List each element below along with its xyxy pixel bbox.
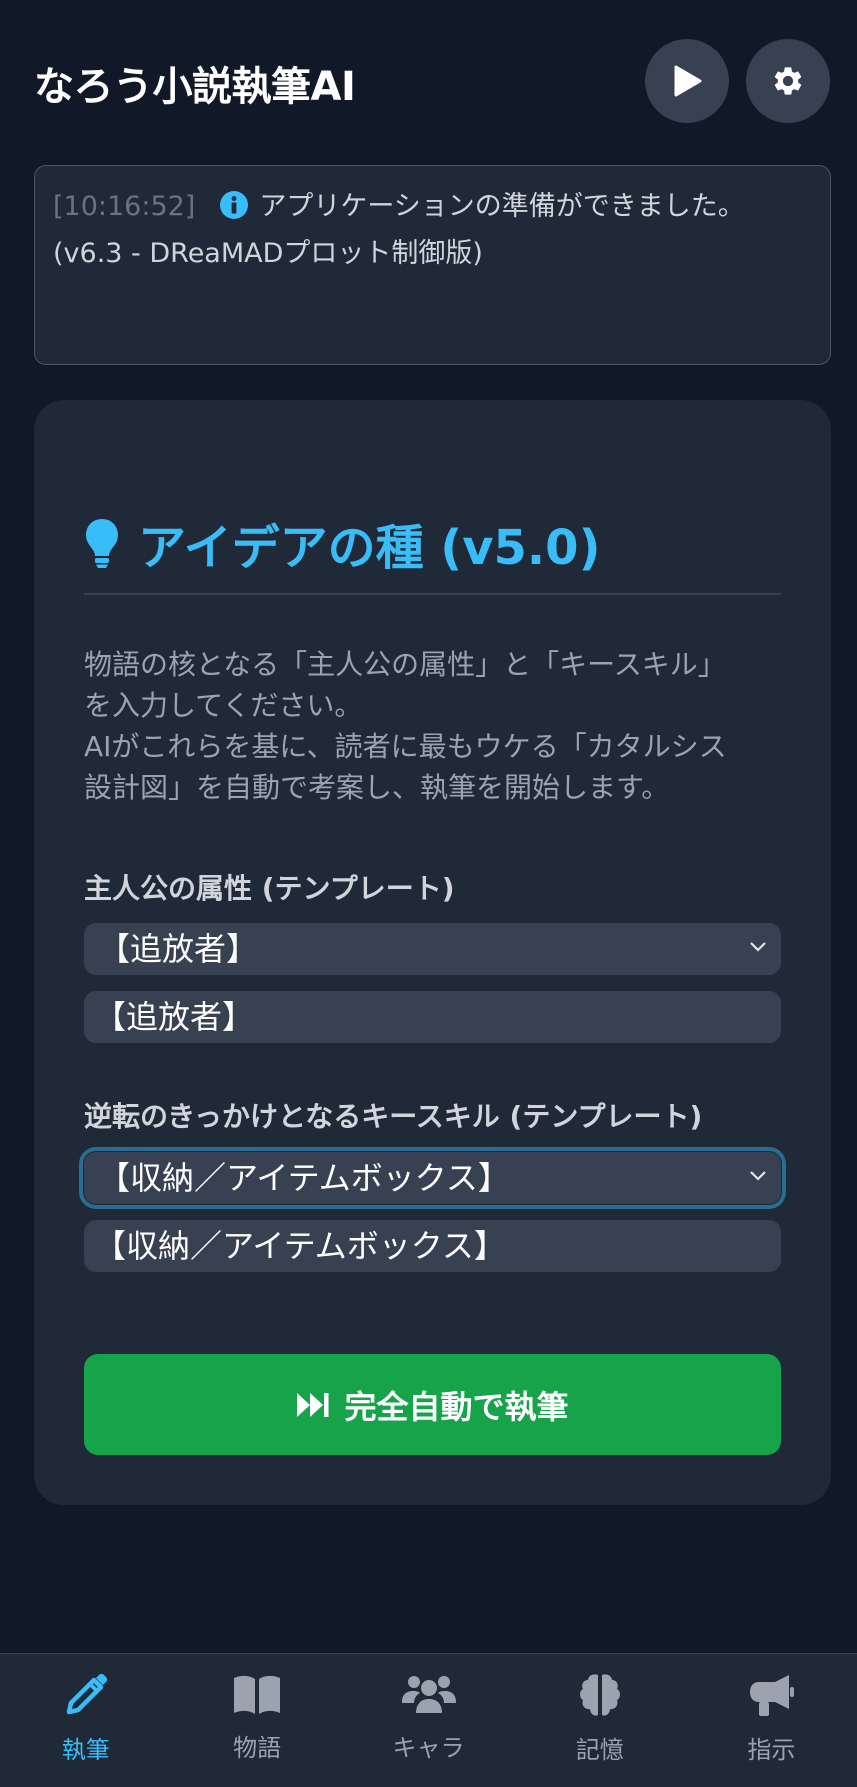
description-line: AIがこれらを基に、読者に最もウケる「カタルシス [84, 730, 727, 763]
gear-icon [774, 67, 802, 95]
idea-seed-card: アイデアの種 (v5.0) 物語の核となる「主人公の属性」と「キースキル」 を入… [34, 400, 831, 1505]
fast-forward-icon [297, 1392, 329, 1417]
skill-select-value: 【収納／アイテムボックス】 [98, 1159, 510, 1197]
nav-label: 執筆 [61, 1736, 110, 1764]
auto-write-button[interactable]: 完全自動で執筆 [84, 1354, 781, 1455]
nav-label: 記憶 [575, 1736, 624, 1764]
log-panel: [10:16:52] アプリケーションの準備ができました。(v6.3 - DRea… [34, 165, 831, 365]
nav-label: 指示 [747, 1736, 796, 1764]
play-button[interactable] [645, 39, 729, 123]
protagonist-label: 主人公の属性 (テンプレート) [84, 872, 455, 905]
app-title: なろう小説執筆AI [34, 64, 356, 110]
chevron-down-icon [750, 1171, 766, 1181]
book-icon [234, 1675, 281, 1714]
protagonist-select-value: 【追放者】 [98, 930, 259, 968]
play-icon [674, 65, 702, 97]
lightbulb-icon [86, 519, 118, 568]
protagonist-input[interactable]: 【追放者】 [84, 991, 781, 1043]
nav-item-write[interactable]: 執筆 [0, 1654, 171, 1787]
protagonist-select[interactable]: 【追放者】 [84, 923, 781, 975]
bottom-nav: 執筆 物語 キャラ 記憶 指示 [0, 1653, 857, 1787]
brain-icon [579, 1674, 620, 1716]
nav-item-characters[interactable]: キャラ [343, 1654, 514, 1787]
app-header: なろう小説執筆AI [0, 0, 857, 165]
megaphone-icon [750, 1675, 795, 1716]
skill-select[interactable]: 【収納／アイテムボックス】 [79, 1147, 786, 1209]
settings-button[interactable] [746, 39, 830, 123]
chevron-down-icon [750, 942, 766, 952]
skill-input-value: 【収納／アイテムボックス】 [94, 1227, 506, 1265]
card-description: 物語の核となる「主人公の属性」と「キースキル」 を入力してください。 AIがこれ… [84, 644, 781, 808]
nav-item-memory[interactable]: 記憶 [514, 1654, 685, 1787]
pencil-icon [66, 1673, 107, 1715]
users-icon [401, 1676, 456, 1713]
description-line: 物語の核となる「主人公の属性」と「キースキル」 [84, 648, 726, 681]
card-divider [84, 593, 781, 595]
nav-label: 物語 [233, 1734, 282, 1762]
card-title-row: アイデアの種 (v5.0) [84, 508, 601, 578]
protagonist-input-value: 【追放者】 [94, 998, 255, 1036]
skill-label: 逆転のきっかけとなるキースキル (テンプレート) [84, 1100, 703, 1133]
description-line: を入力してください。 [84, 689, 363, 722]
skill-input[interactable]: 【収納／アイテムボックス】 [84, 1220, 781, 1272]
log-timestamp: [10:16:52] [53, 191, 196, 222]
nav-label: キャラ [392, 1734, 465, 1762]
description-line: 設計図」を自動で考案し、執筆を開始します。 [84, 771, 670, 804]
card-title: アイデアの種 (v5.0) [138, 520, 601, 576]
info-icon [219, 190, 249, 233]
auto-write-label: 完全自動で執筆 [344, 1387, 569, 1426]
nav-item-instructions[interactable]: 指示 [686, 1654, 857, 1787]
nav-item-story[interactable]: 物語 [171, 1654, 342, 1787]
